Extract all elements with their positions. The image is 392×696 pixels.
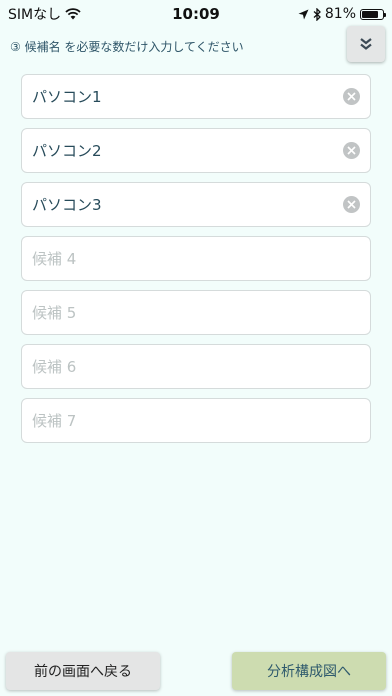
clear-icon[interactable] <box>343 196 360 213</box>
status-bar: SIMなし 10:09 81% <box>0 0 392 28</box>
status-right: 81% <box>298 6 386 22</box>
candidate-field-4[interactable] <box>21 236 371 281</box>
collapse-button[interactable] <box>347 26 385 62</box>
location-arrow-icon <box>298 9 309 19</box>
bluetooth-icon <box>313 7 321 21</box>
candidate-input-6[interactable] <box>32 357 360 376</box>
candidate-field-5[interactable] <box>21 290 371 335</box>
back-button[interactable]: 前の画面へ戻る <box>6 652 160 690</box>
candidate-input-2[interactable] <box>32 141 343 160</box>
instruction-text: ③ 候補名 を必要な数だけ入力してください <box>10 40 244 54</box>
candidate-field-1[interactable] <box>21 74 371 119</box>
next-button[interactable]: 分析構成図へ <box>232 652 386 690</box>
candidate-input-4[interactable] <box>32 249 360 268</box>
battery-icon <box>360 8 386 20</box>
clear-icon[interactable] <box>343 142 360 159</box>
candidate-field-2[interactable] <box>21 128 371 173</box>
battery-percent: 81% <box>324 6 356 22</box>
candidate-field-7[interactable] <box>21 398 371 443</box>
status-left: SIMなし <box>8 4 81 24</box>
candidate-input-5[interactable] <box>32 303 360 322</box>
double-chevron-down-icon <box>360 38 372 50</box>
candidate-input-3[interactable] <box>32 195 343 214</box>
candidate-field-3[interactable] <box>21 182 371 227</box>
candidate-input-1[interactable] <box>32 87 343 106</box>
candidate-input-7[interactable] <box>32 411 360 430</box>
candidate-field-6[interactable] <box>21 344 371 389</box>
clear-icon[interactable] <box>343 88 360 105</box>
wifi-icon <box>65 8 81 20</box>
battery-fill <box>362 10 379 18</box>
carrier-label: SIMなし <box>8 7 62 23</box>
